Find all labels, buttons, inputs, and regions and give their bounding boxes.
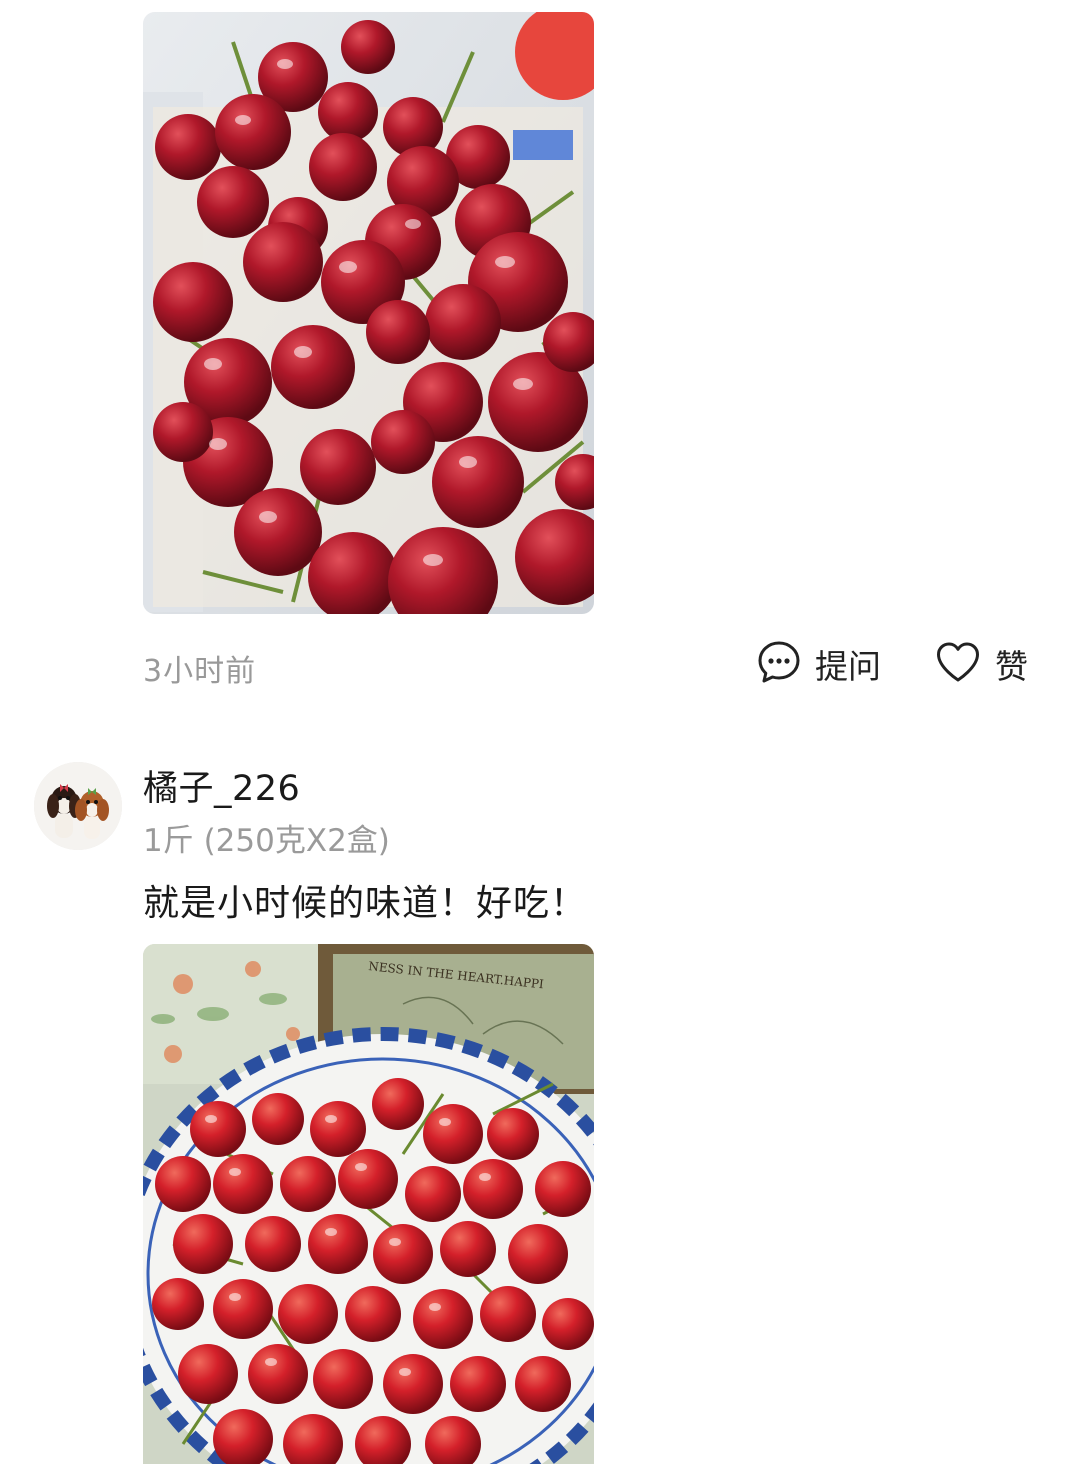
review-content: 就是小时候的味道！好吃！ [143,883,588,924]
review-photo-cherries-container[interactable] [143,12,594,614]
reviewer-username[interactable]: 橘子_226 [143,760,300,811]
speech-bubble-icon [757,640,801,688]
avatar-dogs-image [34,762,122,850]
review-photo-cherries-plate[interactable]: NESS IN THE HEART.HAPPI [143,944,594,1464]
like-label: 赞 [995,647,1028,686]
purchase-spec: 1斤 (250克X2盒) [143,823,390,859]
review-timestamp: 3小时前 [143,654,257,689]
cherries-on-plate-image: NESS IN THE HEART.HAPPI [143,944,594,1464]
cherries-in-container-image [143,12,594,614]
ask-question-button[interactable]: 提问 [757,640,881,688]
heart-outline-icon [935,641,981,687]
ask-question-label: 提问 [815,647,881,686]
review-meta-row: 3小时前 提问 赞 [143,636,1030,692]
user-avatar[interactable] [34,762,122,850]
like-button[interactable]: 赞 [935,640,1028,688]
